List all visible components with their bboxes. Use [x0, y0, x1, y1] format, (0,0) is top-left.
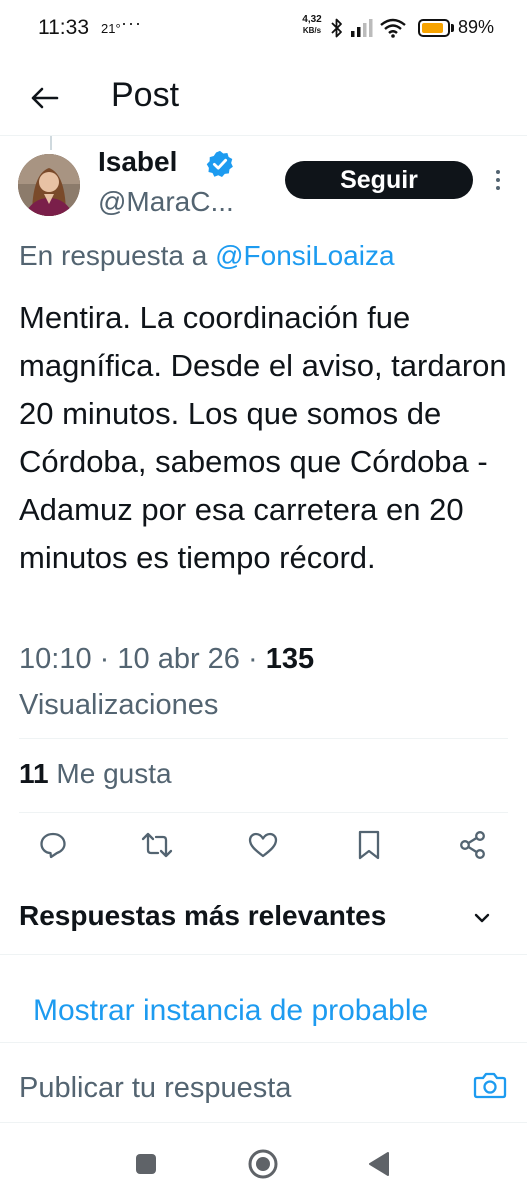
network-speed-value: 4,32 [302, 14, 322, 25]
status-temperature: 21° [101, 21, 121, 36]
page-title: Post [111, 76, 180, 114]
author-handle[interactable]: @MaraC... [98, 186, 234, 218]
divider [0, 1042, 527, 1043]
battery-tip [451, 24, 454, 32]
bluetooth-icon [331, 18, 342, 38]
home-circle-icon [248, 1149, 278, 1179]
more-options-icon[interactable] [488, 165, 508, 195]
divider [19, 738, 508, 739]
verified-badge-icon [206, 150, 233, 177]
back-triangle-icon [369, 1152, 389, 1176]
system-nav-bar [0, 1130, 527, 1200]
repost-button[interactable] [132, 820, 182, 870]
status-time: 11:33 [38, 16, 89, 39]
battery-icon [418, 19, 450, 37]
share-button[interactable] [448, 820, 498, 870]
back-nav-button[interactable] [359, 1144, 399, 1184]
reply-to-handle-link[interactable]: @FonsiLoaiza [215, 240, 394, 271]
camera-icon [473, 1072, 507, 1099]
reply-icon [40, 832, 66, 859]
more-dot [496, 170, 500, 174]
more-dot [496, 178, 500, 182]
header: Post [0, 60, 527, 136]
reply-prefix: En respuesta a [19, 240, 208, 271]
reply-context: En respuesta a @FonsiLoaiza [19, 240, 395, 272]
repost-icon [141, 832, 173, 858]
meta-separator: · [247, 643, 258, 675]
likes-count: 11 [19, 758, 49, 789]
reply-button[interactable] [28, 820, 78, 870]
thread-line [50, 136, 52, 150]
network-speed-unit: KB/s [302, 26, 322, 35]
bookmark-icon [358, 830, 380, 860]
bookmark-button[interactable] [344, 820, 394, 870]
status-icons [330, 16, 406, 40]
home-button[interactable] [243, 1144, 283, 1184]
battery-percent: 89% [458, 17, 495, 37]
like-button[interactable] [238, 820, 288, 870]
views-label: Visualizaciones [19, 689, 219, 721]
likes-summary[interactable]: 11 Me gusta [19, 758, 172, 790]
author-name[interactable]: Isabel [98, 146, 177, 178]
like-icon [248, 832, 278, 858]
share-icon [460, 831, 485, 859]
action-bar [0, 820, 527, 870]
post-time[interactable]: 10:10 [19, 643, 92, 675]
replies-sort-toggle[interactable]: Respuestas más relevantes [19, 900, 386, 932]
battery-fill [422, 23, 443, 33]
show-probable-link[interactable]: Mostrar instancia de probable [33, 994, 428, 1028]
wifi-icon [380, 18, 406, 38]
post-text: Mentira. La coordinación fue magnífica. … [19, 300, 507, 575]
divider [19, 812, 508, 813]
post-meta: 10:10 · 10 abr 26 · 135 Visualizaciones [19, 636, 509, 728]
chevron-down-icon[interactable] [470, 906, 494, 930]
camera-button[interactable] [472, 1067, 508, 1103]
post-date[interactable]: 10 abr 26 [117, 643, 240, 675]
likes-label: Me gusta [56, 758, 172, 789]
network-speed: 4,32 KB/s [298, 14, 326, 36]
recents-button[interactable] [126, 1144, 166, 1184]
more-dot [496, 186, 500, 190]
status-more-dots: ··· [121, 13, 142, 33]
avatar-image [18, 154, 80, 216]
reply-input[interactable] [19, 1066, 439, 1110]
follow-button[interactable]: Seguir [285, 161, 473, 199]
views-count: 135 [265, 643, 315, 675]
meta-separator: · [99, 643, 110, 675]
arrow-left-icon [31, 87, 59, 109]
divider [0, 954, 527, 955]
signal-icon [351, 19, 373, 37]
back-button[interactable] [22, 76, 66, 120]
divider [0, 1122, 527, 1123]
status-bar: 11:33 21° ··· 4,32 KB/s 89% [0, 0, 527, 60]
avatar[interactable] [18, 154, 80, 216]
recents-square-icon [136, 1154, 156, 1174]
